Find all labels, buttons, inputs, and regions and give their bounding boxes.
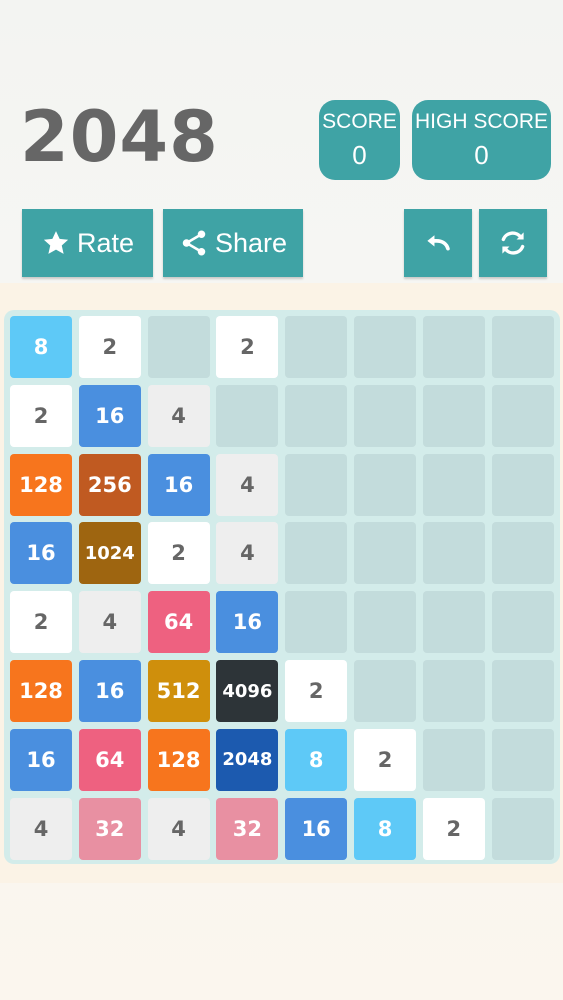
empty-cell [354, 522, 416, 585]
tile: 512 [147, 660, 210, 722]
empty-cell [422, 728, 485, 791]
empty-cell [422, 591, 485, 654]
share-button[interactable]: Share [163, 209, 303, 277]
star-icon [41, 228, 71, 258]
tile: 2048 [216, 728, 279, 791]
tile: 8 [354, 797, 416, 860]
empty-cell [285, 384, 348, 447]
game-board[interactable]: 8 2 2 2 16 4 128 256 16 4 16 1024 2 4 2 4 64 16 128 16 512 40… [4, 310, 560, 864]
empty-cell [491, 591, 554, 654]
empty-cell [422, 522, 485, 585]
tile: 2 [354, 728, 416, 791]
tile: 4 [10, 797, 72, 860]
empty-cell [491, 316, 554, 378]
tile: 4096 [216, 660, 279, 722]
tile: 2 [422, 797, 485, 860]
tile: 256 [78, 453, 141, 516]
empty-cell [147, 316, 210, 378]
tile: 32 [78, 797, 141, 860]
empty-cell [216, 384, 279, 447]
restart-button[interactable] [479, 209, 547, 277]
high-score-value: 0 [474, 140, 489, 170]
tile: 2 [10, 591, 72, 654]
undo-icon [421, 226, 455, 260]
tile: 64 [78, 728, 141, 791]
tile: 8 [10, 316, 72, 378]
score-label: SCORE [322, 110, 397, 133]
tile: 128 [10, 660, 72, 722]
tile: 128 [147, 728, 210, 791]
undo-button[interactable] [404, 209, 472, 277]
tile: 2 [216, 316, 279, 378]
tile: 64 [147, 591, 210, 654]
empty-cell [491, 522, 554, 585]
tile: 128 [10, 453, 72, 516]
tile: 4 [216, 453, 279, 516]
tile: 2 [10, 384, 72, 447]
tile: 16 [216, 591, 279, 654]
empty-cell [491, 728, 554, 791]
tile: 32 [216, 797, 279, 860]
tile: 1024 [78, 522, 141, 585]
score-box: SCORE 0 [319, 100, 400, 180]
empty-cell [285, 453, 348, 516]
empty-cell [422, 316, 485, 378]
empty-cell [285, 316, 348, 378]
tile: 2 [78, 316, 141, 378]
tile: 2 [147, 522, 210, 585]
tile: 4 [78, 591, 141, 654]
tile: 16 [78, 660, 141, 722]
empty-cell [491, 453, 554, 516]
empty-cell [354, 316, 416, 378]
tile: 4 [147, 384, 210, 447]
empty-cell [491, 384, 554, 447]
share-label: Share [214, 227, 288, 258]
empty-cell [285, 522, 348, 585]
tile: 16 [78, 384, 141, 447]
high-score-label: HIGH SCORE [414, 110, 548, 133]
tile: 16 [10, 728, 72, 791]
empty-cell [491, 660, 554, 722]
game-title: 2048 [20, 96, 219, 178]
tile: 4 [216, 522, 279, 585]
high-score-box: HIGH SCORE 0 [412, 100, 551, 180]
score-value: 0 [352, 140, 367, 170]
empty-cell [354, 660, 416, 722]
share-icon [179, 228, 209, 258]
tile: 16 [10, 522, 72, 585]
restart-icon [496, 226, 530, 260]
empty-cell [354, 453, 416, 516]
tile: 4 [147, 797, 210, 860]
empty-cell [354, 591, 416, 654]
rate-label: Rate [76, 227, 135, 258]
tile: 16 [147, 453, 210, 516]
empty-cell [422, 384, 485, 447]
tile: 2 [285, 660, 348, 722]
tile: 16 [285, 797, 348, 860]
empty-cell [285, 591, 348, 654]
tile: 8 [285, 728, 348, 791]
empty-cell [422, 660, 485, 722]
rate-button[interactable]: Rate [22, 209, 153, 277]
empty-cell [491, 797, 554, 860]
empty-cell [354, 384, 416, 447]
empty-cell [422, 453, 485, 516]
